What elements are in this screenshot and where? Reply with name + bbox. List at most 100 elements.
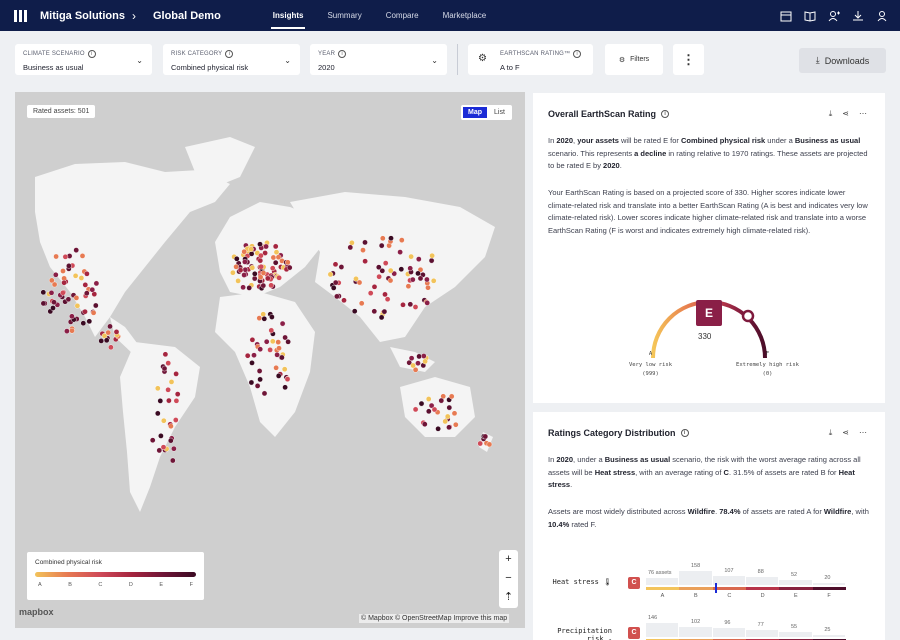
asset-marker[interactable] — [446, 424, 452, 431]
asset-marker[interactable] — [40, 300, 47, 307]
asset-marker[interactable] — [382, 291, 388, 298]
asset-marker[interactable] — [407, 301, 414, 308]
asset-marker[interactable] — [165, 360, 171, 366]
download-icon[interactable] — [852, 10, 864, 22]
asset-marker[interactable] — [408, 253, 414, 260]
asset-marker[interactable] — [244, 352, 251, 359]
asset-marker[interactable] — [387, 277, 394, 284]
asset-marker[interactable] — [240, 284, 246, 291]
asset-marker[interactable] — [273, 249, 280, 255]
asset-marker[interactable] — [167, 437, 174, 444]
download-icon[interactable]: ⤓ — [829, 428, 833, 438]
asset-marker[interactable] — [258, 252, 264, 259]
asset-marker[interactable] — [486, 441, 493, 448]
asset-marker[interactable] — [387, 267, 394, 274]
more-horizontal-icon[interactable]: ⋯ — [859, 428, 867, 438]
asset-marker[interactable] — [74, 302, 81, 309]
asset-marker[interactable] — [448, 393, 455, 400]
asset-marker[interactable] — [263, 243, 269, 250]
list-view-toggle[interactable]: List — [489, 107, 510, 118]
asset-marker[interactable] — [160, 417, 167, 424]
asset-marker[interactable] — [428, 257, 435, 264]
asset-marker[interactable] — [274, 351, 280, 358]
asset-marker[interactable] — [73, 295, 80, 301]
asset-marker[interactable] — [51, 299, 57, 305]
downloads-button[interactable]: ⤓ Downloads — [799, 48, 886, 73]
asset-marker[interactable] — [82, 308, 88, 315]
info-icon[interactable]: i — [87, 50, 96, 58]
asset-marker[interactable] — [379, 235, 386, 242]
asset-marker[interactable] — [251, 275, 258, 282]
asset-marker[interactable] — [430, 277, 437, 284]
book-icon[interactable] — [804, 10, 816, 22]
asset-marker[interactable] — [241, 248, 247, 255]
more-horizontal-icon[interactable]: ⋯ — [859, 109, 867, 119]
asset-marker[interactable] — [233, 263, 239, 270]
asset-marker[interactable] — [168, 423, 174, 430]
asset-marker[interactable] — [400, 301, 406, 308]
histogram-bar[interactable] — [646, 578, 679, 585]
histogram-bar[interactable] — [712, 627, 745, 637]
asset-marker[interactable] — [338, 264, 345, 270]
asset-marker[interactable] — [362, 258, 368, 264]
asset-marker[interactable] — [415, 256, 422, 262]
asset-marker[interactable] — [279, 354, 285, 361]
asset-marker[interactable] — [257, 257, 264, 264]
histogram-bar[interactable] — [779, 580, 812, 585]
asset-marker[interactable] — [351, 308, 358, 314]
asset-marker[interactable] — [241, 272, 247, 278]
asset-marker[interactable] — [69, 313, 75, 320]
asset-marker[interactable] — [431, 406, 438, 413]
asset-marker[interactable] — [249, 360, 255, 366]
user-icon[interactable] — [876, 10, 888, 22]
asset-marker[interactable] — [233, 255, 240, 262]
asset-marker[interactable] — [429, 252, 435, 259]
asset-marker[interactable] — [154, 385, 161, 392]
asset-marker[interactable] — [410, 362, 416, 369]
asset-marker[interactable] — [249, 264, 256, 271]
breadcrumb-org[interactable]: Mitiga Solutions — [40, 10, 125, 22]
asset-marker[interactable] — [267, 347, 273, 353]
add-user-icon[interactable] — [828, 10, 840, 22]
asset-marker[interactable] — [261, 315, 268, 322]
asset-marker[interactable] — [40, 289, 47, 296]
asset-marker[interactable] — [272, 259, 279, 266]
asset-marker[interactable] — [156, 447, 163, 454]
asset-marker[interactable] — [416, 353, 422, 360]
asset-marker[interactable] — [257, 346, 263, 353]
asset-marker[interactable] — [84, 290, 90, 296]
asset-marker[interactable] — [60, 268, 66, 274]
asset-marker[interactable] — [422, 358, 428, 365]
share-icon[interactable]: ⋖ — [842, 109, 849, 119]
asset-marker[interactable] — [425, 408, 432, 415]
asset-marker[interactable] — [347, 244, 354, 251]
histogram-bar[interactable] — [812, 583, 845, 585]
asset-marker[interactable] — [50, 305, 56, 311]
asset-marker[interactable] — [327, 271, 334, 278]
asset-marker[interactable] — [405, 283, 412, 289]
compass-icon[interactable]: ⇡ — [504, 588, 513, 607]
asset-marker[interactable] — [270, 254, 277, 261]
info-icon[interactable]: i — [573, 50, 582, 58]
asset-marker[interactable] — [415, 270, 421, 277]
asset-marker[interactable] — [256, 315, 263, 321]
asset-marker[interactable] — [90, 309, 97, 316]
asset-marker[interactable] — [98, 338, 104, 344]
asset-marker[interactable] — [107, 323, 113, 330]
asset-marker[interactable] — [169, 457, 176, 464]
asset-marker[interactable] — [260, 270, 267, 276]
asset-marker[interactable] — [248, 246, 254, 252]
asset-marker[interactable] — [398, 266, 405, 272]
asset-marker[interactable] — [79, 253, 86, 259]
histogram-bar[interactable] — [679, 627, 712, 637]
info-icon[interactable]: i — [225, 50, 234, 58]
asset-marker[interactable] — [275, 339, 282, 345]
tab-marketplace[interactable]: Marketplace — [431, 0, 499, 31]
asset-marker[interactable] — [421, 421, 428, 428]
map-attribution[interactable]: © Mapbox © OpenStreetMap Improve this ma… — [359, 614, 510, 623]
asset-marker[interactable] — [264, 275, 271, 282]
asset-marker[interactable] — [418, 400, 425, 407]
asset-marker[interactable] — [48, 289, 55, 296]
asset-marker[interactable] — [360, 247, 366, 253]
asset-marker[interactable] — [438, 397, 445, 404]
